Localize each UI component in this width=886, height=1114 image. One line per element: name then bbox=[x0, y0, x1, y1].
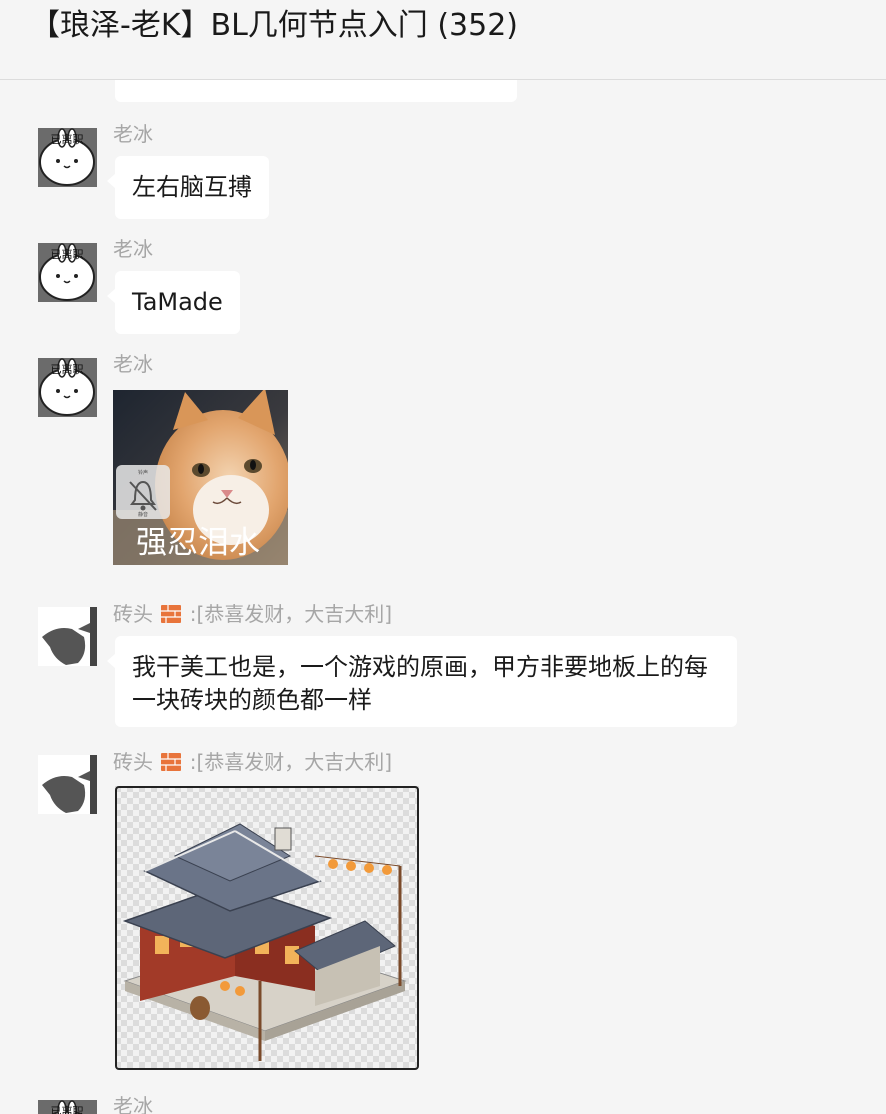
avatar[interactable]: 已离职 bbox=[38, 128, 97, 187]
sender-name: 砖头 bbox=[113, 602, 153, 626]
avatar[interactable]: 已离职 bbox=[38, 1100, 97, 1114]
image-message[interactable] bbox=[115, 786, 419, 1070]
sender-name: 老冰 bbox=[113, 352, 153, 376]
message-list[interactable]: 已离职 老冰 左右脑互搏 已离职 老冰 TaMade 已离职 老冰 铃声 静音 … bbox=[0, 80, 886, 1114]
avatar-badge: 已离职 bbox=[51, 1104, 84, 1114]
sticker-small-text-top: 铃声 bbox=[138, 469, 148, 476]
avatar[interactable] bbox=[38, 607, 97, 666]
sender-name: 老冰 bbox=[113, 237, 153, 261]
message-bubble[interactable]: 我干美工也是，一个游戏的原画，甲方非要地板上的每 一块砖块的颜色都一样 bbox=[107, 636, 737, 727]
sender-suffix: :[恭喜发财，大吉大利] bbox=[189, 750, 393, 774]
previous-message-bubble[interactable] bbox=[115, 80, 517, 102]
sticker-caption: 强忍泪水 bbox=[136, 525, 260, 561]
sender-name: 砖头 bbox=[113, 750, 153, 774]
message-text-line2: 一块砖块的颜色都一样 bbox=[132, 686, 372, 714]
avatar-badge: 已离职 bbox=[51, 132, 84, 146]
sender-name: 老冰 bbox=[113, 122, 153, 146]
sender-line: 砖头 :[恭喜发财，大吉大利] bbox=[113, 600, 392, 628]
avatar-badge: 已离职 bbox=[51, 247, 84, 261]
message-bubble[interactable]: TaMade bbox=[107, 271, 240, 334]
sticker-image[interactable]: 铃声 静音 强忍泪水 bbox=[113, 390, 288, 565]
chat-window: 【琅泽-老K】BL几何节点入门 (352) 已离职 老冰 左右脑互搏 已离职 老… bbox=[0, 0, 886, 1114]
avatar[interactable] bbox=[38, 755, 97, 814]
brick-icon bbox=[161, 750, 182, 771]
avatar[interactable]: 已离职 bbox=[38, 358, 97, 417]
message-text-line1: 我干美工也是，一个游戏的原画，甲方非要地板上的每 bbox=[132, 653, 708, 681]
title-bar: 【琅泽-老K】BL几何节点入门 (352) bbox=[0, 0, 886, 80]
brick-icon bbox=[161, 602, 182, 623]
sticker-small-text-bottom: 静音 bbox=[138, 511, 148, 518]
avatar-badge: 已离职 bbox=[51, 362, 84, 376]
chat-title: 【琅泽-老K】BL几何节点入门 (352) bbox=[30, 8, 518, 43]
message-text: 左右脑互搏 bbox=[132, 173, 252, 201]
message-text: TaMade bbox=[132, 288, 223, 316]
sender-suffix: :[恭喜发财，大吉大利] bbox=[189, 602, 393, 626]
avatar[interactable]: 已离职 bbox=[38, 243, 97, 302]
message-bubble[interactable]: 左右脑互搏 bbox=[107, 156, 269, 219]
sender-line: 砖头 :[恭喜发财，大吉大利] bbox=[113, 748, 392, 776]
sender-name: 老冰 bbox=[113, 1094, 153, 1114]
